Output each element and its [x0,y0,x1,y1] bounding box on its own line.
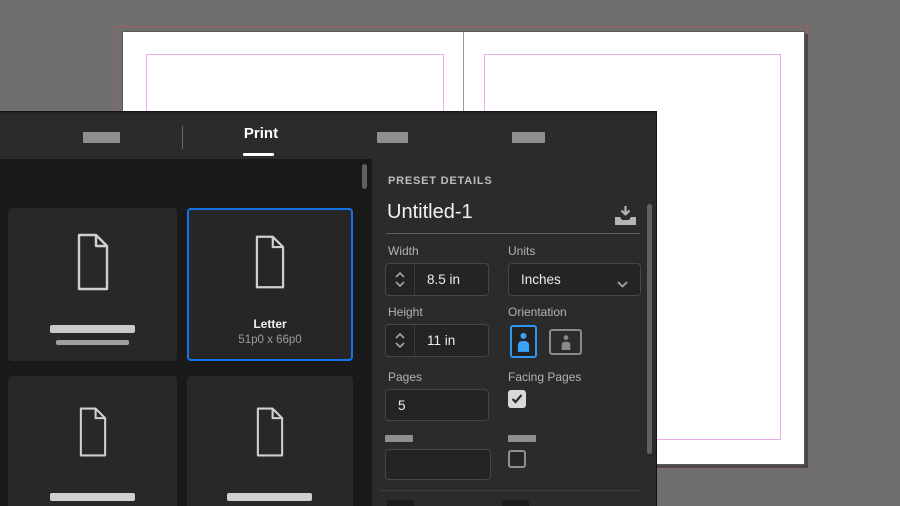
redacted-checkbox[interactable] [508,450,526,468]
document-name-input[interactable]: Untitled-1 [387,201,473,224]
portrait-person-icon [517,332,530,352]
tab-redacted-3[interactable] [512,132,545,143]
field-label-placeholder [508,435,536,442]
height-stepper-arrows[interactable] [386,325,415,356]
orientation-label: Orientation [508,305,567,319]
preset-size: 51p0 x 66p0 [238,334,302,346]
document-icon [8,406,177,458]
facing-pages-label: Facing Pages [508,370,582,384]
dialog-tab-bar: Print [0,112,656,161]
section-divider [380,490,640,491]
chevron-up-icon [395,272,405,278]
tab-redacted-1[interactable] [83,132,120,143]
width-stepper-arrows[interactable] [386,264,415,295]
preset-card-4[interactable] [187,376,353,506]
chevron-down-icon [617,276,628,291]
orientation-portrait-button[interactable] [510,325,537,358]
preset-name-placeholder [227,493,312,501]
next-section-placeholder [502,500,529,506]
document-name-underline [386,233,640,234]
tab-redacted-2[interactable] [377,132,408,143]
document-icon [189,234,351,290]
save-preset-icon[interactable] [613,205,638,231]
tab-bar-divider [182,126,183,149]
height-label: Height [388,305,423,319]
preset-card-letter[interactable]: Letter 51p0 x 66p0 [187,208,353,361]
width-value: 8.5 in [427,272,461,287]
preset-name: Letter [253,317,287,331]
document-icon [8,232,177,292]
preset-details-panel: PRESET DETAILS Untitled-1 Width 8.5 in U… [372,159,656,506]
width-label: Width [388,244,419,258]
screen: Print Letter 51p0 x 66p0 PRESET DETAILS … [0,0,900,506]
units-label: Units [508,244,536,258]
dialog-body: Letter 51p0 x 66p0 PRESET DETAILS Untitl… [0,159,656,506]
preset-name-placeholder [50,325,135,333]
facing-pages-checkbox[interactable] [508,390,526,408]
details-scrollbar[interactable] [647,204,652,454]
tab-print[interactable]: Print [226,125,296,142]
new-document-dialog: Print Letter 51p0 x 66p0 PRESET DETAILS … [0,112,656,506]
preset-details-title: PRESET DETAILS [388,175,493,187]
preset-card-1[interactable] [8,208,177,361]
pages-label: Pages [388,370,423,384]
chevron-down-icon [395,342,405,348]
units-dropdown[interactable]: Inches [508,263,641,296]
field-label-placeholder [385,435,413,442]
chevron-down-icon [395,281,405,287]
redacted-input[interactable] [385,449,491,480]
tab-print-active-underline [243,153,274,156]
checkmark-icon [511,394,523,404]
landscape-person-icon [561,335,570,350]
units-value: Inches [521,272,561,287]
width-stepper[interactable]: 8.5 in [385,263,489,296]
preset-gallery: Letter 51p0 x 66p0 [0,159,373,506]
next-section-placeholder [387,500,414,506]
height-value: 11 in [427,333,456,348]
pages-input[interactable]: 5 [385,389,489,421]
orientation-landscape-button[interactable] [549,329,582,355]
chevron-up-icon [395,333,405,339]
preset-card-3[interactable] [8,376,177,506]
gallery-scrollbar[interactable] [362,164,367,189]
height-stepper[interactable]: 11 in [385,324,489,357]
pages-value: 5 [398,397,406,413]
preset-size-placeholder [56,340,129,345]
document-icon [187,406,353,458]
preset-name-placeholder [50,493,135,501]
